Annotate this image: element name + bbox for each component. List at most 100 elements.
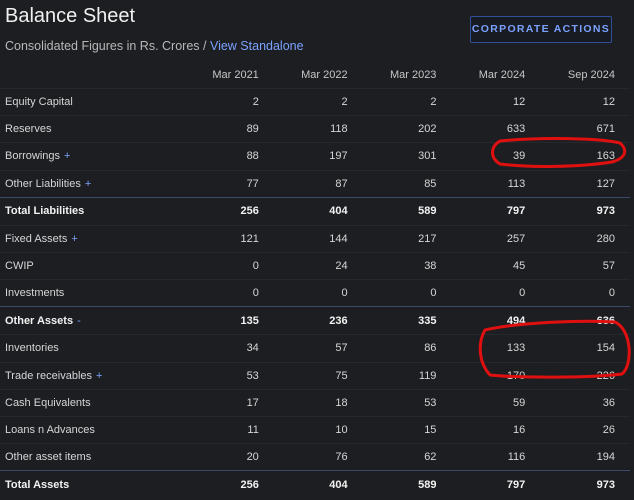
row-label-text: Other Liabilities bbox=[5, 177, 81, 190]
view-standalone-link[interactable]: View Standalone bbox=[210, 39, 304, 53]
row-label-text: Total Liabilities bbox=[5, 205, 85, 218]
row-label-text: Borrowings bbox=[5, 150, 61, 163]
value-cell: 0 bbox=[185, 279, 274, 307]
value-cell: 113 bbox=[451, 169, 541, 198]
table-row[interactable]: Other Liabilities +77 87 85 113 127 bbox=[0, 169, 630, 198]
value-cell: 404 bbox=[273, 470, 363, 499]
value-cell: 256 bbox=[185, 196, 274, 226]
value-cell: 194 bbox=[540, 443, 630, 471]
value-cell: 144 bbox=[273, 224, 363, 253]
row-label-text: Total Assets bbox=[5, 478, 70, 491]
row-label: Total Liabilities bbox=[0, 196, 185, 226]
column-header: Mar 2022 bbox=[301, 68, 348, 81]
value-cell: 86 bbox=[362, 334, 452, 362]
table-row: Total Liabilities 256 404 589 797 973 bbox=[0, 196, 630, 226]
row-label: Total Assets bbox=[0, 470, 185, 499]
value-cell: 38 bbox=[362, 251, 452, 280]
column-header: Sep 2024 bbox=[567, 68, 615, 81]
value-cell: 119 bbox=[362, 361, 452, 390]
value-cell: 53 bbox=[185, 361, 274, 390]
row-label-text: CWIP bbox=[5, 260, 34, 273]
expand-icon[interactable]: + bbox=[96, 370, 102, 382]
expand-icon[interactable]: + bbox=[64, 150, 70, 162]
table-row[interactable]: Borrowings +88 197 301 39 163 bbox=[0, 142, 630, 171]
value-cell: 12 bbox=[451, 87, 541, 116]
value-cell: 202 bbox=[362, 115, 452, 143]
corporate-actions-button[interactable]: CORPORATE ACTIONS bbox=[470, 16, 612, 43]
value-cell: 0 bbox=[451, 279, 541, 307]
value-cell: 118 bbox=[273, 115, 363, 143]
value-cell: 589 bbox=[362, 196, 452, 226]
row-label-text: Investments bbox=[5, 287, 65, 300]
value-cell: 671 bbox=[540, 115, 630, 143]
row-label: Other Assets - bbox=[0, 306, 185, 335]
value-cell: 404 bbox=[273, 196, 363, 226]
row-label: CWIP bbox=[0, 251, 185, 280]
value-cell: 26 bbox=[540, 415, 630, 444]
row-label-text: Equity Capital bbox=[5, 96, 73, 109]
value-cell: 0 bbox=[362, 279, 452, 307]
column-header: Mar 2024 bbox=[478, 68, 526, 81]
value-cell: 2 bbox=[273, 87, 363, 116]
value-cell: 135 bbox=[185, 306, 274, 335]
table-row[interactable]: Fixed Assets +121 144 217 257 280 bbox=[0, 224, 630, 253]
column-header: Mar 2023 bbox=[389, 68, 437, 81]
value-cell: 11 bbox=[185, 415, 274, 444]
value-cell: 226 bbox=[540, 361, 630, 390]
table-row[interactable]: Other Assets -135 236 335 494 636 bbox=[0, 306, 630, 335]
value-cell: 170 bbox=[451, 361, 541, 390]
value-cell: 133 bbox=[451, 334, 541, 362]
value-cell: 15 bbox=[362, 415, 452, 444]
value-cell: 0 bbox=[185, 251, 274, 280]
value-cell: 59 bbox=[451, 388, 541, 417]
table-row: CWIP 0 24 38 45 57 bbox=[0, 251, 630, 280]
value-cell: 45 bbox=[451, 251, 541, 280]
collapse-icon[interactable]: - bbox=[77, 315, 81, 327]
table-row: Total Assets 256 404 589 797 973 bbox=[0, 470, 630, 499]
row-label-text: Inventories bbox=[5, 342, 59, 355]
value-cell: 20 bbox=[185, 443, 274, 471]
value-cell: 257 bbox=[451, 224, 541, 253]
row-label: Borrowings + bbox=[0, 142, 185, 171]
value-cell: 16 bbox=[451, 415, 541, 444]
value-cell: 797 bbox=[451, 196, 541, 226]
value-cell: 75 bbox=[273, 361, 363, 390]
row-label: Loans n Advances bbox=[0, 415, 185, 444]
value-cell: 57 bbox=[540, 251, 630, 280]
table-row: Inventories 34 57 86 133 154 bbox=[0, 334, 630, 362]
row-label: Investments bbox=[0, 279, 185, 307]
row-label-text: Loans n Advances bbox=[5, 423, 95, 436]
value-cell: 57 bbox=[273, 334, 363, 362]
subtitle: Consolidated Figures in Rs. Crores / Vie… bbox=[5, 39, 304, 53]
value-cell: 973 bbox=[540, 196, 630, 226]
value-cell: 85 bbox=[362, 169, 452, 198]
value-cell: 89 bbox=[185, 115, 274, 143]
value-cell: 636 bbox=[540, 306, 630, 335]
value-cell: 18 bbox=[273, 388, 363, 417]
value-cell: 256 bbox=[185, 470, 274, 499]
row-label-text: Cash Equivalents bbox=[5, 396, 91, 409]
value-cell: 62 bbox=[362, 443, 452, 471]
value-cell: 163 bbox=[540, 142, 630, 171]
expand-icon[interactable]: + bbox=[85, 178, 91, 190]
value-cell: 121 bbox=[185, 224, 274, 253]
value-cell: 2 bbox=[362, 87, 452, 116]
value-cell: 34 bbox=[185, 334, 274, 362]
value-cell: 76 bbox=[273, 443, 363, 471]
row-label: Reserves bbox=[0, 115, 185, 143]
value-cell: 197 bbox=[273, 142, 363, 171]
row-label-text: Fixed Assets bbox=[5, 232, 68, 245]
value-cell: 280 bbox=[540, 224, 630, 253]
table-row[interactable]: Trade receivables +53 75 119 170 226 bbox=[0, 361, 630, 390]
value-cell: 77 bbox=[185, 169, 274, 198]
value-cell: 36 bbox=[540, 388, 630, 417]
value-cell: 973 bbox=[540, 470, 630, 499]
row-label-text: Other asset items bbox=[5, 451, 92, 464]
value-cell: 88 bbox=[185, 142, 274, 171]
row-label-text: Trade receivables bbox=[5, 369, 93, 382]
expand-icon[interactable]: + bbox=[71, 233, 77, 245]
row-label: Equity Capital bbox=[0, 87, 185, 116]
table-header-row: Mar 2021 Mar 2022 Mar 2023 Mar 2024 Sep … bbox=[0, 61, 630, 89]
value-cell: 10 bbox=[273, 415, 363, 444]
value-cell: 633 bbox=[451, 115, 541, 143]
